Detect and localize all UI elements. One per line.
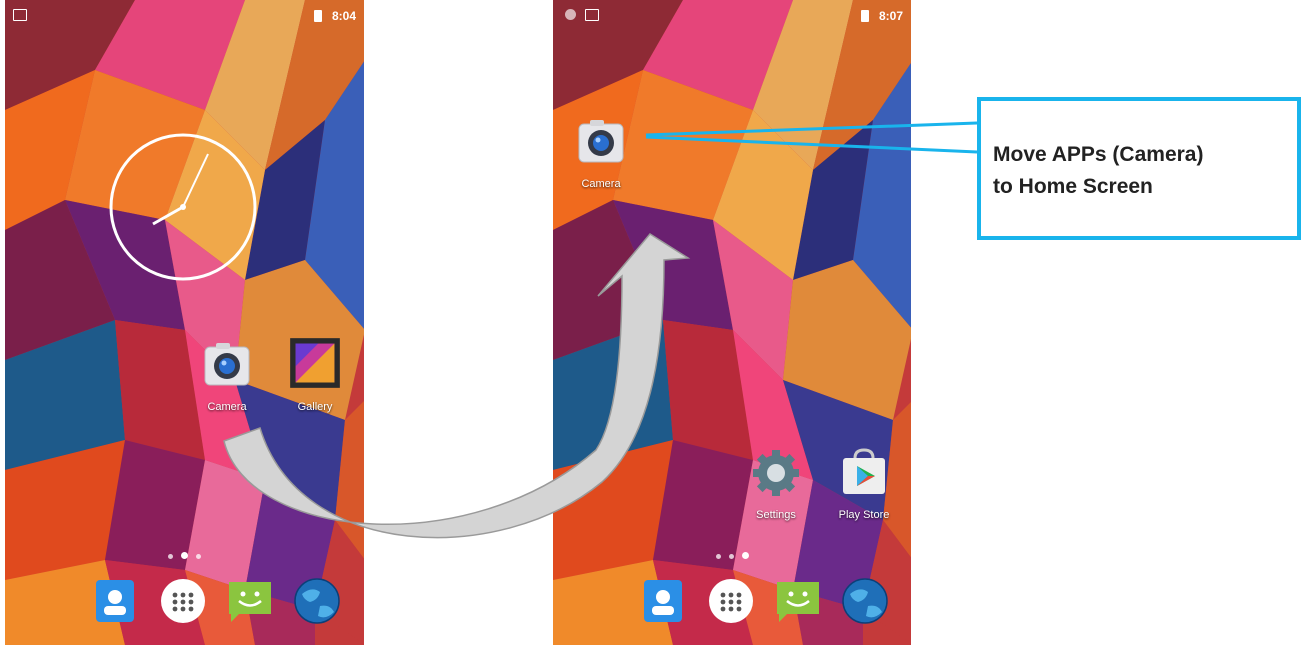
annotation-overlay	[223, 121, 978, 539]
curved-arrow-icon	[223, 233, 691, 539]
callout-pointer	[645, 135, 978, 154]
callout-pointer	[645, 121, 978, 137]
